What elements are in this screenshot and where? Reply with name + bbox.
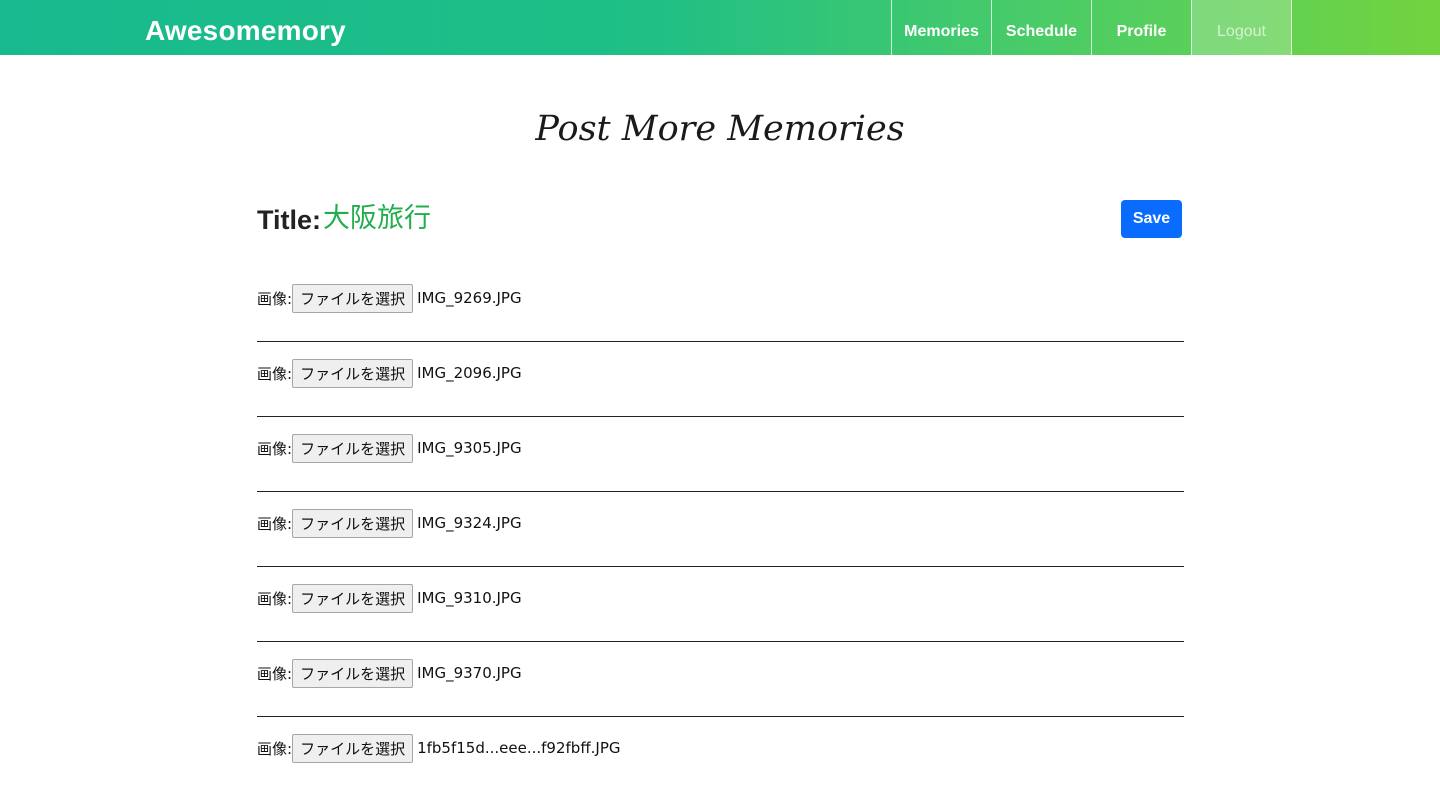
image-label: 画像: xyxy=(257,514,293,533)
choose-file-button[interactable]: ファイルを選択 xyxy=(292,583,414,613)
image-label: 画像: xyxy=(257,589,293,608)
image-label: 画像: xyxy=(257,664,293,683)
choose-file-button[interactable]: ファイルを選択 xyxy=(292,508,414,538)
choose-file-button[interactable]: ファイルを選択 xyxy=(292,283,414,313)
image-upload-row: 画像: ファイルを選択 IMG_9269.JPG xyxy=(257,267,1184,342)
image-upload-row: 画像: ファイルを選択 IMG_9305.JPG xyxy=(257,417,1184,492)
choose-file-button[interactable]: ファイルを選択 xyxy=(292,733,414,763)
nav-memories[interactable]: Memories xyxy=(892,0,992,55)
nav-menu: Memories Schedule Profile Logout xyxy=(891,0,1292,55)
choose-file-button[interactable]: ファイルを選択 xyxy=(292,433,414,463)
image-upload-row: 画像: ファイルを選択 IMG_9370.JPG xyxy=(257,642,1184,717)
brand-logo[interactable]: Awesomemory xyxy=(145,14,346,48)
file-name: IMG_2096.JPG xyxy=(417,364,522,382)
save-button[interactable]: Save xyxy=(1121,200,1182,238)
title-value: 大阪旅行 xyxy=(323,203,431,234)
image-upload-row: 画像: ファイルを選択 1fb5f15d...eee...f92fbff.JPG xyxy=(257,717,1184,792)
file-name: IMG_9324.JPG xyxy=(417,514,522,532)
image-upload-row: 画像: ファイルを選択 IMG_9324.JPG xyxy=(257,492,1184,567)
image-label: 画像: xyxy=(257,289,293,308)
choose-file-button[interactable]: ファイルを選択 xyxy=(292,358,414,388)
nav-logout[interactable]: Logout xyxy=(1192,0,1292,55)
page-title: Post More Memories xyxy=(535,109,905,149)
file-name: IMG_9310.JPG xyxy=(417,589,522,607)
image-upload-row: 画像: ファイルを選択 IMG_9310.JPG xyxy=(257,567,1184,642)
nav-profile[interactable]: Profile xyxy=(1092,0,1192,55)
choose-file-button[interactable]: ファイルを選択 xyxy=(292,658,414,688)
title-row: Title: 大阪旅行 Save xyxy=(257,200,1183,240)
file-name: IMG_9370.JPG xyxy=(417,664,522,682)
file-name: IMG_9269.JPG xyxy=(417,289,522,307)
title-label: Title: xyxy=(257,205,322,235)
navbar: Awesomemory Memories Schedule Profile Lo… xyxy=(0,0,1440,55)
image-label: 画像: xyxy=(257,364,293,383)
image-label: 画像: xyxy=(257,739,293,758)
file-name: IMG_9305.JPG xyxy=(417,439,522,457)
image-upload-row: 画像: ファイルを選択 IMG_2096.JPG xyxy=(257,342,1184,417)
file-name: 1fb5f15d...eee...f92fbff.JPG xyxy=(417,739,621,757)
image-label: 画像: xyxy=(257,439,293,458)
image-upload-list: 画像: ファイルを選択 IMG_9269.JPG 画像: ファイルを選択 IMG… xyxy=(257,267,1184,792)
nav-schedule[interactable]: Schedule xyxy=(992,0,1092,55)
